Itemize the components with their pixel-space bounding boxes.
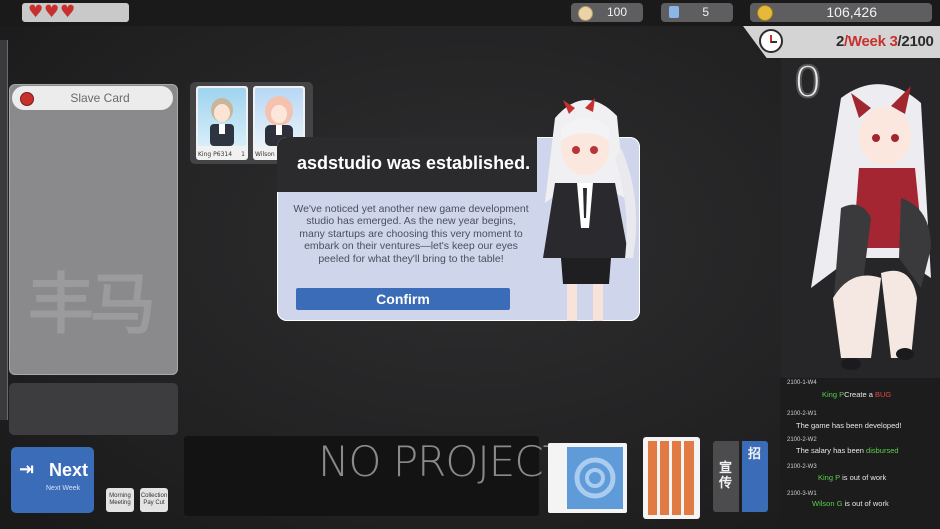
deck-stripe [684,441,694,515]
log-message: The game has been developed! [796,421,902,430]
next-sublabel: Next Week [46,485,81,492]
recruit-panel[interactable]: 招 [742,441,768,512]
heart-icon: ♥ [28,2,44,22]
card-icon [669,6,679,18]
next-week-button[interactable]: ⇥ Next Next Week [11,447,94,513]
log-text: is out of work [842,473,887,482]
food-value: 100 [606,5,627,19]
log-name: King P [818,473,840,482]
log-text: is out of work [844,499,889,508]
slave-card-title: Slave Card [70,91,130,105]
log-text: Create a [844,390,875,399]
slave-card-watermark: 丰马 [28,266,156,343]
pay-cut-button[interactable]: Collection Pay Cut [140,488,168,512]
morning-meeting-button[interactable]: Morning Meeting [106,488,134,512]
log-name: King P [822,390,845,399]
recruit-label: 招 [748,447,762,462]
record-dot-icon [20,92,34,106]
employee-name: King P6314 [198,151,232,158]
next-label: Next [49,460,89,480]
log-highlight: disbursed [866,446,899,455]
employee-portrait [198,88,246,146]
clock-icon[interactable] [759,29,783,53]
deck-stripe [672,441,681,515]
side-counter: 0 [794,55,822,107]
deck-stripe [648,441,657,515]
date-total: 2100 [901,33,934,50]
log-date: 2100-3-W1 [787,491,817,497]
log-highlight: BUG [874,390,892,399]
log-message: King P is out of work [818,473,886,482]
log-date: 2100-2-W2 [787,437,817,443]
log-message: King PCreate a BUG [822,390,891,399]
card-value: 5 [702,5,709,19]
confirm-button[interactable]: Confirm [296,288,510,310]
log-message: The salary has been disbursed [796,446,899,455]
employee-name-text: King P [198,151,217,158]
promotion-label: 宣传 [719,461,733,491]
employee-tag: 6314 [216,151,233,158]
heart-icon: ♥ [60,2,76,22]
employee-level: 1 [241,151,245,158]
employee-card[interactable]: King P6314 1 [196,86,248,160]
heart-icon: ♥ [44,2,60,22]
date-display: 2/Week 3/2100 [836,33,934,50]
log-name: Wilson G [812,499,843,508]
dialog-title: asdstudio was established. [297,153,531,173]
promotion-recruit-book[interactable]: 宣传 招 [713,441,768,512]
card-counter: 5 [661,3,733,22]
bread-icon [578,6,593,21]
date-year: 2 [836,33,845,50]
log-message: Wilson G is out of work [812,499,889,508]
skip-arrow-icon: ⇥ [19,459,35,480]
money-value: 106,426 [826,4,877,20]
log-date: 2100-2-W3 [787,464,817,470]
dialog-message: We've noticed yet another new game devel… [293,203,529,265]
deck-stripe [660,441,669,515]
health-hearts: ♥ ♥ ♥ [22,3,129,22]
log-date: 2100-1-W4 [787,380,817,386]
slave-card-slot[interactable] [9,383,178,435]
task-deck[interactable] [643,437,700,519]
promotion-panel[interactable]: 宣传 [713,441,739,512]
left-frame [0,40,8,420]
date-week: Week 3 [847,33,898,50]
food-counter: 100 [571,3,643,22]
coin-icon [757,5,773,21]
money-counter: 106,426 [750,3,932,22]
project-status: NO PROJECT [318,437,568,486]
secretary-character-art [543,98,637,321]
card-deck[interactable] [563,443,627,513]
log-date: 2100-2-W1 [787,411,817,417]
log-text: The salary has been [796,446,867,455]
